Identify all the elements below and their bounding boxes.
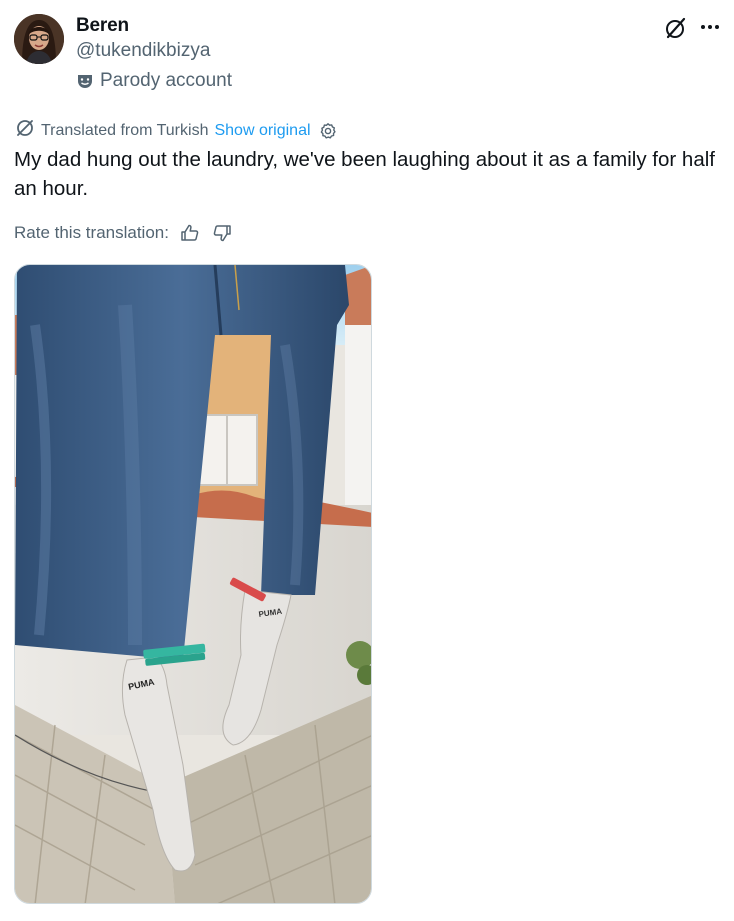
theater-mask-icon [76, 72, 94, 90]
translate-icon [15, 118, 35, 143]
rate-translation-label: Rate this translation: [14, 223, 169, 242]
thumbs-up-button[interactable] [179, 222, 201, 244]
translation-notice: Translated from Turkish Show original [15, 118, 339, 143]
tweet-photo[interactable]: PUMA PUMA [14, 264, 372, 904]
avatar-image [14, 14, 64, 64]
more-options-icon [701, 25, 719, 29]
avatar[interactable] [14, 14, 64, 64]
user-handle[interactable]: @tukendikbizya [76, 40, 210, 62]
grok-button[interactable] [663, 15, 689, 41]
more-options-button[interactable] [697, 15, 723, 41]
parody-label: Parody account [76, 70, 232, 92]
thumbs-down-button[interactable] [211, 222, 233, 244]
laundry-photo: PUMA PUMA [15, 265, 371, 903]
translation-rating: Rate this translation: [14, 222, 233, 244]
show-original-link[interactable]: Show original [214, 122, 310, 140]
tweet-text: My dad hung out the laundry, we've been … [14, 148, 715, 200]
thumbs-up-icon [181, 224, 199, 241]
grok-icon [666, 17, 686, 39]
translated-from-label: Translated from Turkish [41, 121, 209, 139]
display-name[interactable]: Beren [76, 15, 129, 37]
thumbs-down-icon [213, 225, 231, 242]
translation-settings-button[interactable] [317, 120, 339, 142]
gear-icon [320, 122, 336, 139]
parody-label-text: Parody account [100, 70, 233, 91]
